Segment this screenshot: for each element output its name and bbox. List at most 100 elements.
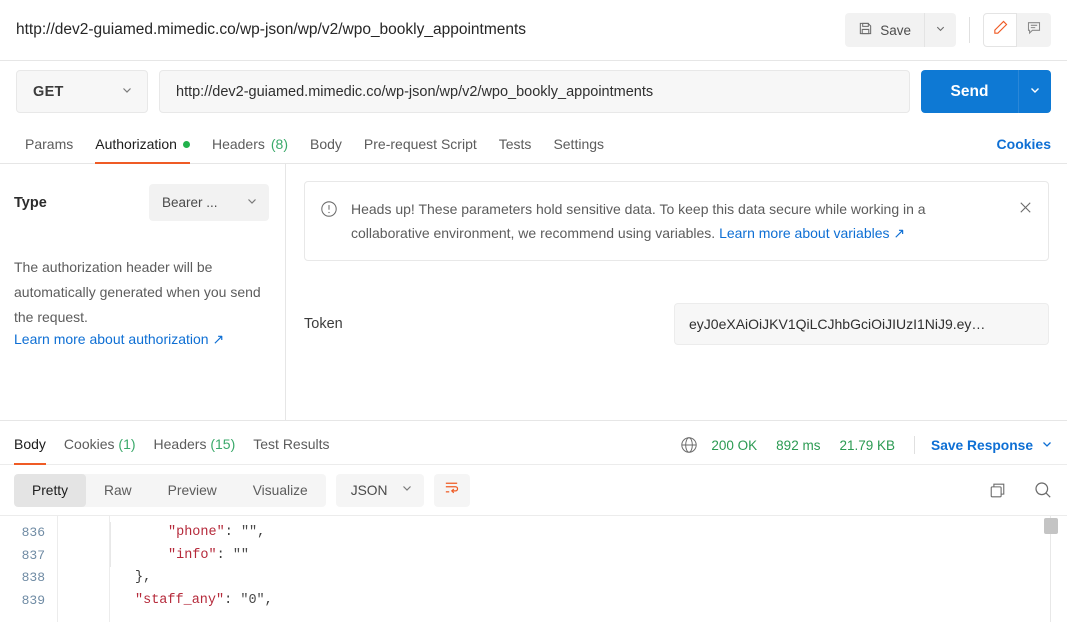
chevron-down-icon (401, 481, 413, 499)
request-url-bar: GET Send (0, 61, 1067, 122)
response-meta-divider (914, 436, 915, 454)
tab-authorization[interactable]: Authorization (84, 136, 201, 164)
authorization-type-label: Type (14, 194, 47, 211)
authorization-detail-column: Heads up! These parameters hold sensitiv… (286, 164, 1067, 420)
code-scrollbar-thumb[interactable] (1044, 518, 1058, 534)
response-tab-headers[interactable]: Headers (15) (145, 436, 245, 464)
line-number: 836 (21, 525, 45, 540)
response-tab-headers-count: (15) (210, 436, 236, 452)
authorization-type-value: Bearer ... (162, 195, 218, 210)
response-time: 892 ms (776, 437, 821, 453)
chevron-down-icon (246, 194, 258, 212)
sensitive-data-notice: Heads up! These parameters hold sensitiv… (304, 181, 1049, 261)
response-tab-body-label: Body (14, 436, 46, 452)
tab-settings-label: Settings (553, 136, 605, 152)
response-meta: 200 OK 892 ms 21.79 KB Save Response (680, 436, 1053, 464)
word-wrap-button[interactable] (433, 473, 470, 507)
comments-button[interactable] (1017, 13, 1051, 47)
word-wrap-icon (443, 479, 460, 501)
format-tab-preview[interactable]: Preview (150, 474, 235, 507)
code-line: "phone": "", (168, 525, 266, 540)
format-tab-pretty[interactable]: Pretty (14, 473, 87, 507)
cookies-link[interactable]: Cookies (997, 136, 1053, 163)
token-input[interactable]: eyJ0eXAiOiJKV1QiLCJhbGciOiJIUzI1NiJ9.ey… (674, 303, 1049, 345)
floppy-disk-icon (858, 21, 873, 39)
response-language-select[interactable]: JSON (335, 473, 424, 507)
sensitive-data-notice-text: Heads up! These parameters hold sensitiv… (351, 197, 1004, 245)
response-format-segmented-control: Pretty Raw Preview Visualize (14, 473, 326, 507)
line-number: 838 (21, 570, 45, 586)
format-tab-visualize[interactable]: Visualize (235, 474, 326, 507)
header-divider (969, 17, 970, 43)
request-title: http://dev2-guiamed.mimedic.co/wp-json/w… (16, 21, 527, 38)
code-content[interactable]: "phone": "", "info": "" }, "staff_any": … (110, 516, 1067, 622)
learn-more-variables-link[interactable]: Learn more about variables ↗ (719, 225, 905, 241)
response-format-toolbar: Pretty Raw Preview Visualize JSON (0, 465, 1067, 515)
edit-request-button[interactable] (983, 13, 1017, 47)
save-button-group: Save (845, 13, 956, 47)
response-tab-body[interactable]: Body (5, 436, 55, 465)
tab-headers-count: (8) (270, 136, 288, 152)
authorization-panel: Type Bearer ... The authorization header… (0, 164, 1067, 421)
tab-body[interactable]: Body (299, 136, 353, 163)
search-button[interactable] (1033, 480, 1053, 500)
code-line: }, (135, 570, 152, 586)
send-button[interactable]: Send (921, 70, 1018, 113)
tab-params-label: Params (25, 136, 74, 152)
tab-tests-label: Tests (498, 136, 532, 152)
response-tab-test-results-label: Test Results (253, 436, 330, 452)
tab-headers-label: Headers (211, 136, 265, 152)
tab-authorization-label: Authorization (95, 136, 177, 152)
tab-pre-request-script-label: Pre-request Script (363, 136, 477, 152)
authorization-description: The authorization header will be automat… (14, 259, 261, 325)
save-response-label: Save Response (931, 437, 1033, 453)
chevron-down-icon (935, 21, 946, 39)
http-method-value: GET (33, 83, 64, 100)
response-status: 200 OK (711, 437, 758, 453)
copy-button[interactable] (988, 481, 1007, 500)
response-body-code-viewer[interactable]: 836 837 838 839 "phone": "", "info": "" … (0, 515, 1067, 622)
send-options-button[interactable] (1018, 70, 1051, 113)
response-tab-cookies-label: Cookies (63, 436, 115, 452)
request-url-input[interactable] (159, 70, 910, 113)
token-value: eyJ0eXAiOiJKV1QiLCJhbGciOiJIUzI1NiJ9.ey… (689, 316, 986, 332)
close-icon[interactable] (1017, 199, 1034, 221)
response-tab-test-results[interactable]: Test Results (244, 436, 338, 464)
save-options-button[interactable] (924, 13, 956, 47)
tab-tests[interactable]: Tests (488, 136, 543, 163)
tab-params[interactable]: Params (14, 136, 84, 163)
tab-pre-request-script[interactable]: Pre-request Script (353, 136, 488, 163)
view-toggle-group (983, 13, 1051, 47)
tab-settings[interactable]: Settings (542, 136, 615, 163)
exclamation-circle-icon (320, 200, 338, 223)
chevron-down-icon (121, 83, 133, 101)
save-response-button[interactable]: Save Response (931, 438, 1053, 453)
token-row: Token eyJ0eXAiOiJKV1QiLCJhbGciOiJIUzI1Ni… (304, 303, 1049, 345)
line-number: 839 (21, 593, 45, 609)
format-tab-raw[interactable]: Raw (86, 474, 150, 507)
chevron-down-icon (1029, 83, 1041, 101)
indent-guide (110, 522, 111, 567)
response-tab-cookies-count: (1) (118, 436, 136, 452)
save-button[interactable]: Save (845, 13, 924, 47)
authorization-type-column: Type Bearer ... The authorization header… (0, 164, 286, 420)
http-method-select[interactable]: GET (16, 70, 148, 113)
tab-headers[interactable]: Headers (8) (201, 136, 299, 163)
request-tab-bar: Params Authorization Headers (8) Body Pr… (0, 122, 1067, 164)
code-line: "info": "" (168, 547, 250, 563)
send-button-group: Send (921, 70, 1051, 113)
line-number: 837 (21, 547, 45, 563)
token-label: Token (304, 316, 343, 332)
header-actions: Save (845, 13, 1051, 47)
code-fold-gutter[interactable] (58, 516, 110, 622)
comment-icon (1026, 20, 1042, 41)
learn-more-authorization-link[interactable]: Learn more about authorization ↗ (14, 331, 269, 348)
save-button-label: Save (880, 22, 911, 38)
pencil-icon (992, 19, 1009, 41)
response-tab-bar: Body Cookies (1) Headers (15) Test Resul… (0, 421, 1067, 465)
response-tab-cookies[interactable]: Cookies (1) (55, 436, 145, 464)
chevron-down-icon (1041, 438, 1053, 453)
globe-icon (680, 436, 698, 454)
code-line: "staff_any": "0", (135, 593, 273, 609)
authorization-type-select[interactable]: Bearer ... (149, 184, 269, 221)
